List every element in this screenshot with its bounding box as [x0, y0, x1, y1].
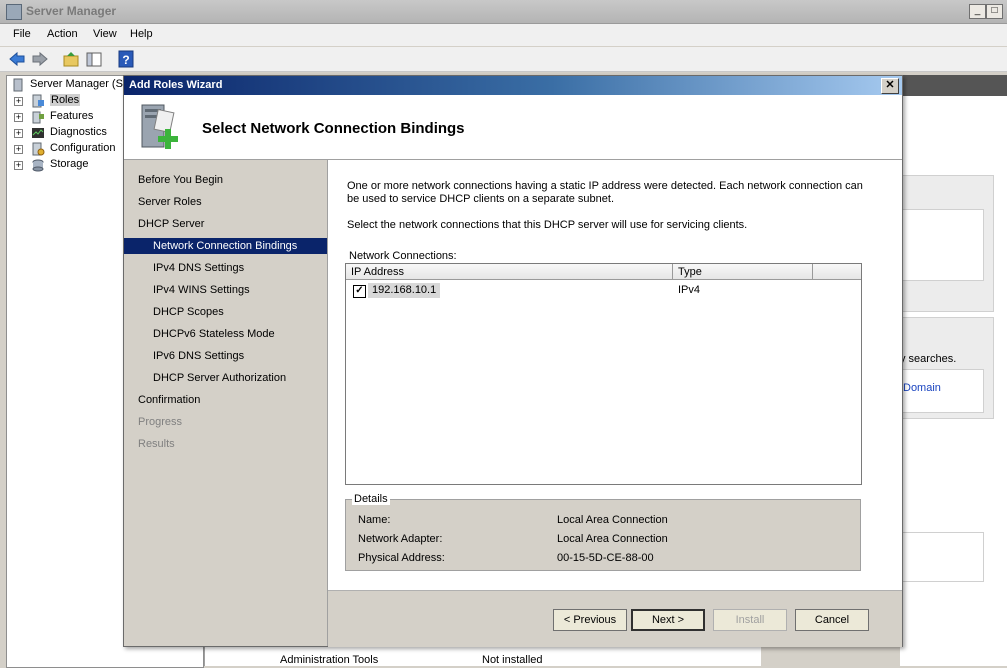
server-icon: [13, 78, 23, 92]
step-dhcp-scopes[interactable]: DHCP Scopes: [153, 306, 224, 318]
help-icon[interactable]: ?: [117, 50, 135, 68]
step-results: Results: [138, 438, 175, 450]
actions-pane: y searches. Domain: [900, 75, 1007, 666]
searches-text: y searches.: [900, 353, 957, 365]
configuration-icon: [32, 142, 45, 156]
tree-item-label: Diagnostics: [50, 126, 107, 138]
menu-help[interactable]: Help: [130, 28, 153, 40]
storage-icon: [32, 159, 44, 172]
admin-tools-label: Administration Tools: [280, 654, 379, 666]
step-dhcp-server-authorization[interactable]: DHCP Server Authorization: [153, 372, 286, 384]
intro-text-line-2: be used to service DHCP clients on a sep…: [347, 193, 615, 205]
menu-bar: File Action View Help: [0, 24, 1007, 46]
cancel-button[interactable]: Cancel: [795, 609, 869, 631]
domain-link[interactable]: Domain: [903, 382, 941, 394]
physical-address-value: 00-15-5D-CE-88-00: [557, 552, 654, 564]
tree-item-label: Roles: [50, 94, 81, 106]
step-server-roles[interactable]: Server Roles: [138, 196, 202, 208]
diagnostics-icon: [32, 128, 44, 138]
type-cell: IPv4: [678, 284, 701, 296]
wizard-title-bar: Add Roles Wizard ✕: [124, 76, 902, 95]
intro-text-line-1: One or more network connections having a…: [347, 180, 863, 192]
expand-icon[interactable]: +: [14, 161, 23, 170]
menu-file[interactable]: File: [13, 28, 31, 40]
wizard-content: One or more network connections having a…: [328, 160, 902, 590]
toolbar: ?: [0, 47, 1007, 111]
background-box: [900, 209, 984, 281]
tree-root-label: Server Manager (S8: [30, 78, 130, 90]
wizard-steps-nav: Before You Begin Server Roles DHCP Serve…: [124, 160, 328, 646]
install-button: Install: [713, 609, 787, 631]
actions-pane-header: [900, 75, 1007, 96]
step-dhcp-server[interactable]: DHCP Server: [138, 218, 204, 230]
wizard-footer: < Previous Next > Install Cancel: [328, 590, 902, 647]
expand-icon[interactable]: +: [14, 113, 23, 122]
tree-item-label: Configuration: [50, 142, 116, 154]
step-dhcpv6-stateless-mode[interactable]: DHCPv6 Stateless Mode: [153, 328, 275, 340]
not-installed-label: Not installed: [482, 654, 543, 666]
list-row[interactable]: ✓ 192.168.10.1 IPv4: [346, 264, 861, 304]
page-heading: Select Network Connection Bindings: [202, 120, 465, 137]
back-arrow-icon[interactable]: [8, 50, 26, 68]
add-role-server-icon: [141, 104, 178, 149]
menu-view[interactable]: View: [93, 28, 117, 40]
tree-item-label: Storage: [50, 158, 89, 170]
roles-icon: [32, 94, 44, 108]
background-box-3: [900, 532, 984, 582]
wizard-header: Select Network Connection Bindings: [124, 95, 902, 160]
forward-arrow-icon[interactable]: [31, 50, 49, 68]
network-connections-list[interactable]: IP Address Type ✓ 192.168.10.1 IPv4: [345, 263, 862, 485]
network-connections-label: Network Connections:: [349, 250, 457, 262]
select-instruction: Select the network connections that this…: [347, 219, 748, 231]
close-button[interactable]: ✕: [881, 78, 899, 94]
add-roles-wizard-dialog: Add Roles Wizard ✕ Select Network Connec…: [123, 75, 903, 647]
maximize-button[interactable]: □: [986, 4, 1003, 19]
wizard-title: Add Roles Wizard: [129, 79, 223, 91]
menu-action[interactable]: Action: [47, 28, 78, 40]
details-legend: Details: [352, 493, 390, 505]
background-details-pane: Administration Tools Not installed: [204, 645, 761, 666]
name-value: Local Area Connection: [557, 514, 668, 526]
ip-address-cell: 192.168.10.1: [368, 283, 441, 298]
server-manager-icon: [6, 4, 22, 20]
expand-icon[interactable]: +: [14, 145, 23, 154]
details-group: Details Name: Local Area Connection Netw…: [345, 493, 861, 571]
minimize-button[interactable]: _: [969, 4, 986, 19]
step-before-you-begin[interactable]: Before You Begin: [138, 174, 223, 186]
network-adapter-value: Local Area Connection: [557, 533, 668, 545]
name-label: Name:: [358, 514, 391, 526]
main-title-bar: Server Manager _ □: [0, 0, 1007, 24]
expand-icon[interactable]: +: [14, 129, 23, 138]
step-ipv4-dns-settings[interactable]: IPv4 DNS Settings: [153, 262, 244, 274]
features-icon: [32, 111, 44, 124]
svg-text:?: ?: [122, 53, 129, 67]
step-ipv4-wins-settings[interactable]: IPv4 WINS Settings: [153, 284, 250, 296]
step-confirmation[interactable]: Confirmation: [138, 394, 200, 406]
connection-checkbox[interactable]: ✓: [353, 285, 366, 298]
expand-icon[interactable]: +: [14, 97, 23, 106]
window-title: Server Manager: [26, 4, 117, 18]
step-network-connection-bindings[interactable]: Network Connection Bindings: [124, 238, 327, 254]
next-button[interactable]: Next >: [631, 609, 705, 631]
up-folder-icon[interactable]: [62, 50, 80, 68]
step-progress: Progress: [138, 416, 183, 428]
step-label: Network Connection Bindings: [153, 240, 298, 252]
network-adapter-label: Network Adapter:: [358, 533, 443, 545]
tree-item-label: Features: [50, 110, 94, 122]
physical-address-label: Physical Address:: [358, 552, 445, 564]
previous-button[interactable]: < Previous: [553, 609, 627, 631]
show-hide-console-tree-icon[interactable]: [85, 50, 103, 68]
step-ipv6-dns-settings[interactable]: IPv6 DNS Settings: [153, 350, 244, 362]
